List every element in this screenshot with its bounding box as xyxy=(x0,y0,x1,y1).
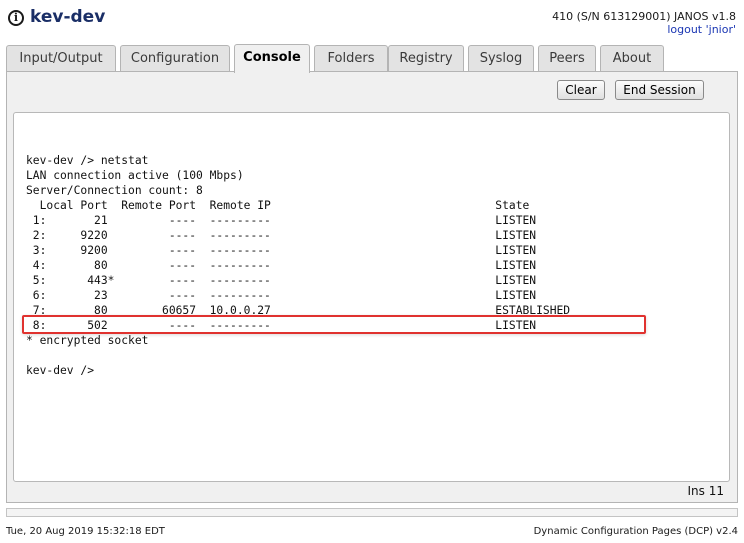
tab-folders[interactable]: Folders xyxy=(314,45,388,71)
clear-button[interactable]: Clear xyxy=(557,80,605,100)
console-line: kev-dev /> netstat xyxy=(26,154,149,167)
tab-configuration[interactable]: Configuration xyxy=(120,45,230,71)
footer-divider xyxy=(6,508,738,517)
console-line: kev-dev /> xyxy=(26,364,95,377)
tab-registry[interactable]: Registry xyxy=(388,45,464,71)
tab-console[interactable]: Console xyxy=(234,44,310,73)
console-line: * encrypted socket xyxy=(26,334,149,347)
console-line: 6: 23 ---- --------- LISTEN xyxy=(26,289,537,302)
console-line: 4: 80 ---- --------- LISTEN xyxy=(26,259,537,272)
footer-timestamp: Tue, 20 Aug 2019 15:32:18 EDT xyxy=(6,526,165,537)
cursor-position: Ins 11 xyxy=(687,484,724,498)
console-line: 1: 21 ---- --------- LISTEN xyxy=(26,214,537,227)
footer-version: Dynamic Configuration Pages (DCP) v2.4 xyxy=(533,526,738,537)
console-text: kev-dev /> netstat LAN connection active… xyxy=(26,153,570,378)
console-line: 2: 9220 ---- --------- LISTEN xyxy=(26,229,537,242)
tab-bar: Input/Output Configuration Console Folde… xyxy=(6,44,738,73)
app-title: kev-dev xyxy=(30,7,106,27)
console-line: 3: 9200 ---- --------- LISTEN xyxy=(26,244,537,257)
console-output[interactable]: kev-dev /> netstat LAN connection active… xyxy=(13,112,730,482)
highlight-box xyxy=(22,315,646,334)
console-line: 5: 443* ---- --------- LISTEN xyxy=(26,274,537,287)
tab-peers[interactable]: Peers xyxy=(538,45,596,71)
console-line: LAN connection active (100 Mbps) xyxy=(26,169,244,182)
status-bar: Ins 11 xyxy=(13,484,730,500)
logout-link[interactable]: logout 'jnior' xyxy=(667,23,736,36)
info-logo-icon: i xyxy=(8,10,24,26)
app-header: i kev-dev 410 (S/N 613129001) JANOS v1.8… xyxy=(0,0,744,44)
tab-syslog[interactable]: Syslog xyxy=(468,45,534,71)
console-line: Server/Connection count: 8 xyxy=(26,184,203,197)
console-panel: Clear End Session kev-dev /> netstat LAN… xyxy=(6,71,738,503)
tab-input-output[interactable]: Input/Output xyxy=(6,45,116,71)
console-line: Local Port Remote Port Remote IP State xyxy=(26,199,530,212)
tab-about[interactable]: About xyxy=(600,45,664,71)
end-session-button[interactable]: End Session xyxy=(615,80,704,100)
device-info: 410 (S/N 613129001) JANOS v1.8 xyxy=(552,10,736,23)
